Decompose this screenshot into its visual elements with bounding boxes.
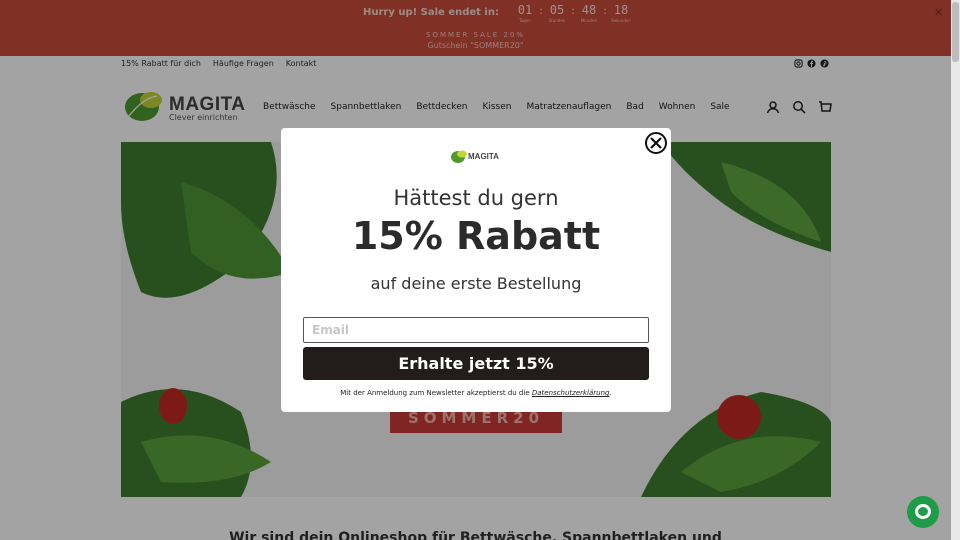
privacy-link[interactable]: Datenschutzerklärung — [532, 389, 610, 397]
scrollbar-track[interactable] — [951, 0, 960, 540]
modal-discount: 15% Rabatt — [351, 214, 601, 258]
modal-logo-text: MAGITA — [468, 152, 499, 161]
chat-icon — [915, 504, 931, 519]
consent-suffix: . — [609, 389, 612, 397]
modal-logo: MAGITA — [451, 150, 499, 163]
get-discount-button[interactable]: Erhalte jetzt 15% — [303, 347, 649, 380]
modal-title: Hättest du gern — [393, 186, 559, 210]
newsletter-popup: MAGITA Hättest du gern 15% Rabatt auf de… — [281, 128, 671, 412]
email-field[interactable] — [303, 317, 649, 343]
close-icon[interactable] — [645, 132, 667, 154]
consent-prefix: Mit der Anmeldung zum Newsletter akzepti… — [340, 389, 532, 397]
scrollbar-thumb[interactable] — [952, 2, 959, 62]
consent-text: Mit der Anmeldung zum Newsletter akzepti… — [281, 389, 671, 397]
modal-subtitle: auf deine erste Bestellung — [370, 274, 582, 293]
chat-button[interactable] — [907, 496, 939, 528]
